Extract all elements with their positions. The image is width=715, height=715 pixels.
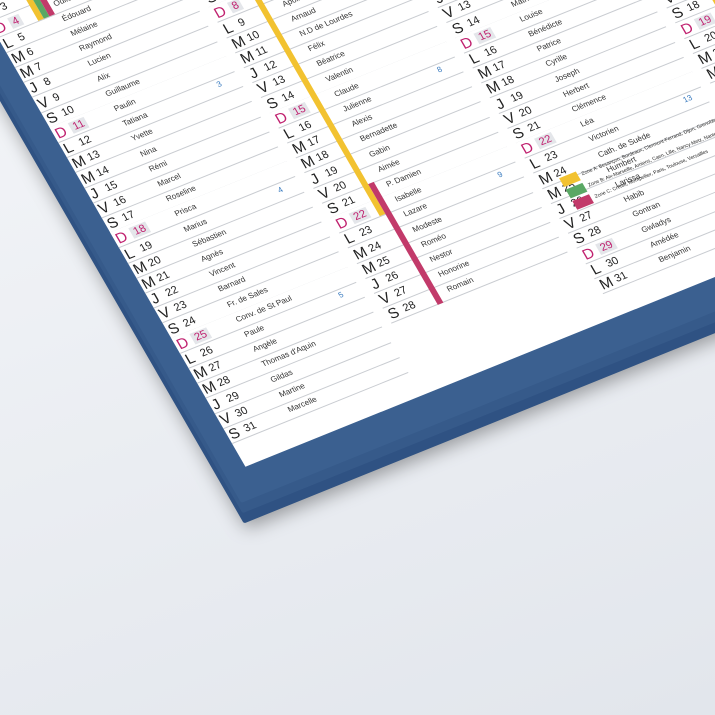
saint-name: Félix: [306, 39, 327, 54]
saint-name: Nina: [138, 144, 159, 159]
saint-name: Rémi: [146, 158, 169, 174]
week-number: 8: [435, 64, 444, 75]
saint-name: Paule: [242, 323, 267, 339]
calendar-photo: 2026 JanvierJ1Jour de l'An1V2BasileS3Gen…: [0, 0, 715, 715]
week-number: 9: [495, 170, 505, 180]
week-number: 4: [275, 184, 285, 195]
calendar-stack: 2026 JanvierJ1Jour de l'An1V2BasileS3Gen…: [0, 0, 715, 524]
weekday-letter: M: [703, 63, 715, 84]
saint-name: Alexis: [349, 112, 375, 129]
saint-name: Habib: [622, 188, 646, 205]
saint-name: Léa: [578, 115, 596, 129]
week-number: 3: [214, 79, 224, 90]
week-number: 13: [681, 93, 695, 105]
saint-name: Gabin: [367, 142, 392, 159]
week-number: 5: [336, 290, 346, 300]
saint-name: Alix: [94, 70, 112, 84]
